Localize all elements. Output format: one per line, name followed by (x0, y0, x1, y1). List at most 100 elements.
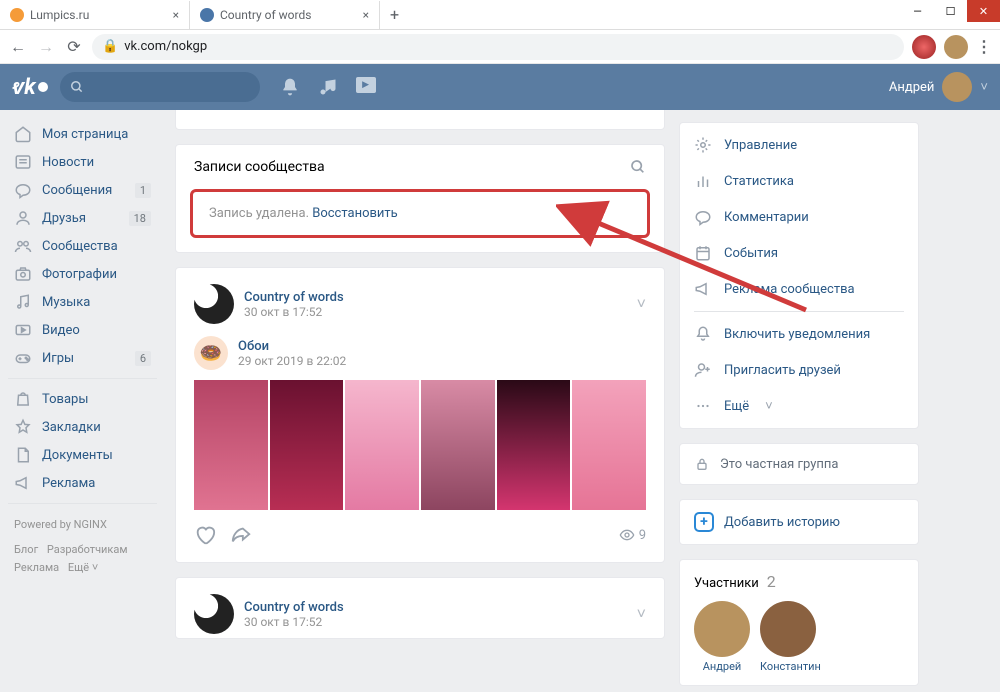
header-dropdown-icon[interactable]: ˅ (980, 79, 988, 95)
right-item-manage[interactable]: Управление (680, 127, 918, 163)
members-title[interactable]: Участники (694, 576, 759, 591)
nav-back-icon[interactable]: ← (8, 37, 28, 57)
window-close-button[interactable]: ✕ (967, 0, 1000, 22)
post-menu-icon[interactable]: ˅ (637, 604, 646, 624)
messages-icon (14, 181, 32, 199)
member-avatar[interactable] (760, 601, 816, 657)
add-story-card[interactable]: + Добавить историю (679, 499, 919, 545)
footer-link-more[interactable]: Ещё ˅ (68, 561, 98, 574)
right-item-events[interactable]: События (680, 235, 918, 271)
bell-icon (694, 325, 712, 343)
chevron-down-icon: ˅ (765, 398, 773, 414)
left-sidebar: Моя страница Новости Сообщения1 Друзья18… (0, 110, 165, 692)
footer-link-ads[interactable]: Реклама (14, 561, 59, 574)
sidebar-item-video[interactable]: Видео (8, 316, 157, 344)
sidebar-item-news[interactable]: Новости (8, 148, 157, 176)
gallery-image[interactable] (497, 380, 571, 510)
stats-icon (694, 172, 712, 190)
deleted-post-notice: Запись удалена. Восстановить (190, 189, 650, 238)
gallery-image[interactable] (345, 380, 419, 510)
gallery-image[interactable] (270, 380, 344, 510)
like-icon[interactable] (194, 524, 216, 546)
wall-search-icon[interactable] (630, 159, 646, 175)
post-menu-icon[interactable]: ˅ (637, 294, 646, 314)
post-author-name[interactable]: Country of words (244, 290, 344, 305)
sidebar-item-friends[interactable]: Друзья18 (8, 204, 157, 232)
browser-address-bar: ← → ⟳ 🔒 vk.com/nokgp ⋮ (0, 30, 1000, 64)
share-icon[interactable] (230, 524, 252, 546)
extension-icon[interactable] (912, 35, 936, 59)
right-item-comments[interactable]: Комментарии (680, 199, 918, 235)
window-minimize-button[interactable]: — (901, 0, 934, 22)
post-card-1: Country of words 30 окт в 17:52 ˅ 🍩 Обои… (175, 267, 665, 563)
post-author-name[interactable]: Country of words (244, 600, 344, 615)
sidebar-label: Реклама (42, 476, 95, 491)
right-item-notifications[interactable]: Включить уведомления (680, 316, 918, 352)
post-date: 30 окт в 17:52 (244, 305, 344, 319)
restore-link[interactable]: Восстановить (312, 206, 398, 221)
new-tab-button[interactable]: + (380, 5, 409, 24)
tab-close-icon[interactable]: × (173, 8, 179, 22)
repost-avatar[interactable]: 🍩 (194, 336, 228, 370)
member-name[interactable]: Константин (760, 660, 821, 673)
nav-forward-icon[interactable]: → (36, 37, 56, 57)
right-item-stats[interactable]: Статистика (680, 163, 918, 199)
video-play-icon[interactable]: ▶ (356, 77, 376, 93)
camera-icon (14, 265, 32, 283)
manage-menu-card: Управление Статистика Комментарии Событи… (679, 122, 919, 429)
music-icon[interactable] (318, 77, 338, 97)
url-input[interactable]: 🔒 vk.com/nokgp (92, 34, 904, 60)
sidebar-item-documents[interactable]: Документы (8, 441, 157, 469)
tab-favicon-icon (200, 8, 214, 22)
vk-logo[interactable]: ⱴk (12, 74, 48, 100)
nav-reload-icon[interactable]: ⟳ (64, 37, 84, 56)
profile-icon[interactable] (944, 35, 968, 59)
right-item-more[interactable]: Ещё ˅ (680, 388, 918, 424)
right-item-invite[interactable]: Пригласить друзей (680, 352, 918, 388)
header-username[interactable]: Андрей (889, 80, 935, 95)
sidebar-item-my-page[interactable]: Моя страница (8, 120, 157, 148)
repost-author-name[interactable]: Обои (238, 339, 346, 354)
post-author-avatar[interactable] (194, 594, 234, 634)
sidebar-label: Фотографии (42, 267, 117, 282)
home-icon (14, 125, 32, 143)
gallery-image[interactable] (572, 380, 646, 510)
right-item-ads[interactable]: Реклама сообщества (680, 271, 918, 307)
sidebar-label: Видео (42, 323, 80, 338)
right-item-label: Ещё (724, 399, 749, 414)
post-author-avatar[interactable] (194, 284, 234, 324)
sidebar-item-communities[interactable]: Сообщества (8, 232, 157, 260)
powered-text: Powered by NGINX (14, 516, 151, 535)
browser-tab-0[interactable]: Lumpics.ru × (0, 1, 190, 29)
browser-menu-icon[interactable]: ⋮ (976, 37, 992, 56)
sidebar-item-bookmarks[interactable]: Закладки (8, 413, 157, 441)
gallery-image[interactable] (194, 380, 268, 510)
sidebar-item-photos[interactable]: Фотографии (8, 260, 157, 288)
wall-title: Записи сообщества (194, 159, 325, 175)
sidebar-item-music[interactable]: Музыка (8, 288, 157, 316)
browser-tab-1[interactable]: Country of words × (190, 1, 380, 29)
search-icon (70, 80, 84, 94)
right-item-label: Пригласить друзей (724, 363, 841, 378)
member-avatar[interactable] (694, 601, 750, 657)
gallery-image[interactable] (421, 380, 495, 510)
tab-close-icon[interactable]: × (363, 8, 369, 22)
sidebar-item-ads[interactable]: Реклама (8, 469, 157, 497)
notifications-icon[interactable] (280, 77, 300, 97)
sidebar-item-messages[interactable]: Сообщения1 (8, 176, 157, 204)
private-group-text: Это частная группа (720, 457, 838, 472)
news-icon (14, 153, 32, 171)
megaphone-icon (14, 474, 32, 492)
sidebar-item-market[interactable]: Товары (8, 385, 157, 413)
prev-post-peek (175, 110, 665, 130)
add-story-text: Добавить историю (724, 515, 840, 530)
window-maximize-button[interactable]: ☐ (934, 0, 967, 22)
footer-link-blog[interactable]: Блог (14, 543, 38, 556)
sidebar-label: Друзья (42, 211, 86, 226)
footer-link-devs[interactable]: Разработчикам (47, 543, 128, 556)
member-name[interactable]: Андрей (694, 660, 750, 673)
header-avatar[interactable] (942, 72, 972, 102)
vk-search-input[interactable] (60, 72, 260, 102)
sidebar-item-games[interactable]: Игры6 (8, 344, 157, 372)
sidebar-label: Игры (42, 351, 74, 366)
